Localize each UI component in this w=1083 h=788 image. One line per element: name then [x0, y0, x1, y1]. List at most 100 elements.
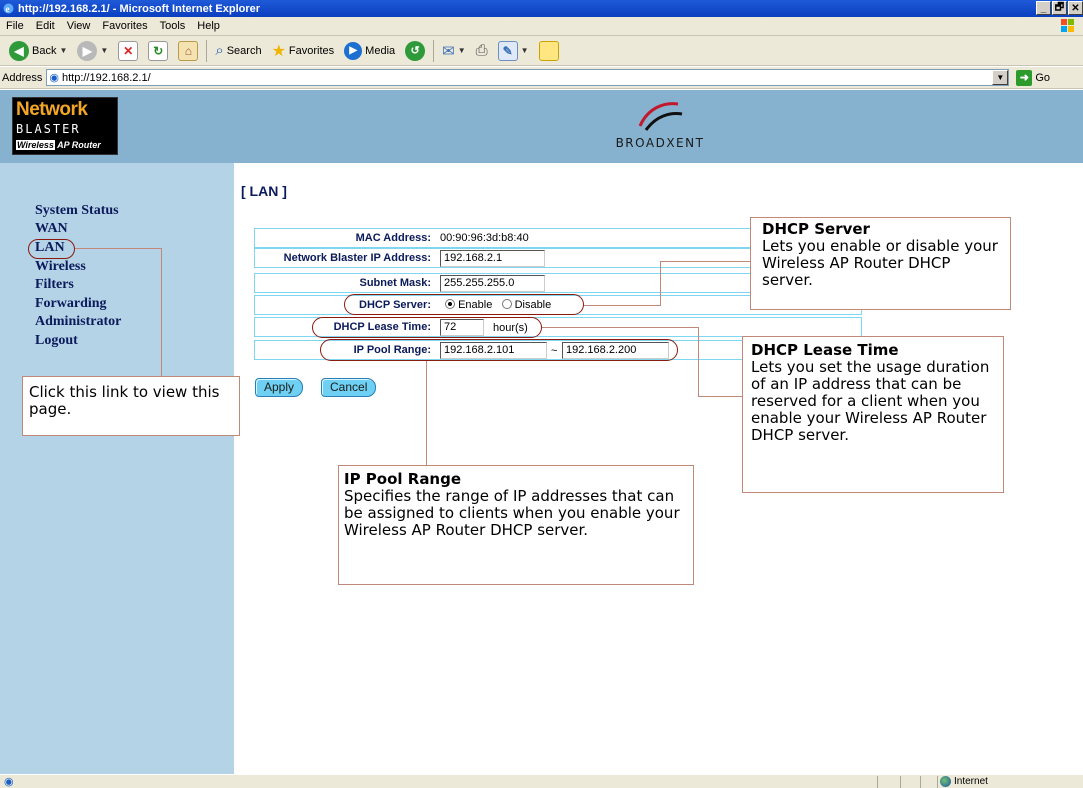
history-button[interactable]: ↺: [400, 38, 430, 64]
go-button[interactable]: ➜ Go: [1016, 69, 1050, 86]
status-segment: [877, 776, 878, 788]
discuss-button[interactable]: [534, 38, 564, 64]
lan-link-callout-body: Click this link to view this page.: [29, 383, 220, 418]
address-url: http://192.168.2.1/: [61, 71, 151, 84]
nav-wireless[interactable]: Wireless: [35, 259, 86, 275]
close-button[interactable]: ✕: [1068, 1, 1083, 15]
chevron-down-icon: ▼: [520, 46, 529, 55]
menu-favorites[interactable]: Favorites: [96, 20, 153, 32]
mail-button[interactable]: ✉ ▼: [437, 38, 471, 64]
pool-range-callout-body: Specifies the range of IP addresses that…: [344, 487, 680, 539]
stop-icon: ✕: [118, 40, 139, 61]
lease-leader-line: [698, 327, 699, 397]
address-dropdown-button[interactable]: ▼: [992, 70, 1009, 85]
back-label: Back: [32, 44, 57, 57]
forward-arrow-icon: ▶: [77, 40, 98, 61]
edit-page-icon: ✎: [497, 40, 518, 61]
nav-system-status[interactable]: System Status: [35, 203, 119, 219]
address-bar: Address ◉ http://192.168.2.1/ ▼ ➜ Go: [0, 67, 1083, 89]
toolbar-separator: [206, 39, 208, 62]
lease-time-callout: DHCP Lease Time Lets you set the usage d…: [742, 336, 1004, 493]
edit-button[interactable]: ✎ ▼: [493, 38, 534, 64]
dhcp-server-leader-line: [660, 261, 750, 262]
back-arrow-icon: ◀: [9, 40, 29, 61]
home-icon: ⌂: [178, 40, 199, 61]
minimize-button[interactable]: _: [1036, 1, 1051, 15]
status-bar: ◉ Internet: [0, 774, 1083, 788]
favorites-label: Favorites: [288, 44, 335, 57]
forward-button[interactable]: ▶ ▼: [72, 38, 113, 64]
security-zone: Internet: [940, 776, 988, 787]
refresh-icon: ↻: [148, 40, 169, 61]
restore-button[interactable]: 🗗: [1052, 1, 1067, 15]
nav-forwarding[interactable]: Forwarding: [35, 296, 107, 312]
back-button[interactable]: ◀ Back ▼: [4, 38, 72, 64]
pool-range-callout: IP Pool Range Specifies the range of IP …: [338, 465, 694, 585]
broadxent-logo: BROADXENT: [590, 90, 730, 163]
page-status-icon: ◉: [4, 776, 14, 788]
logo-network-text: Network: [16, 99, 88, 120]
status-segment: [900, 776, 901, 788]
menu-help[interactable]: Help: [191, 20, 226, 32]
dhcp-server-leader-line: [660, 261, 661, 306]
menu-edit[interactable]: Edit: [30, 20, 61, 32]
star-icon: ★: [271, 42, 286, 60]
search-label: Search: [226, 44, 262, 57]
search-button[interactable]: ⌕ Search: [210, 38, 266, 64]
nav-logout[interactable]: Logout: [35, 333, 78, 349]
home-button[interactable]: ⌂: [173, 38, 203, 64]
nav-administrator[interactable]: Administrator: [35, 314, 121, 330]
chevron-down-icon: ▼: [457, 46, 466, 55]
ie-logo-icon: e: [2, 2, 15, 15]
go-arrow-icon: ➜: [1016, 69, 1033, 86]
stop-button[interactable]: ✕: [113, 38, 143, 64]
toolbar-separator: [433, 39, 435, 62]
lease-leader-line: [698, 396, 742, 397]
printer-icon: ⎙: [475, 42, 488, 59]
dhcp-server-highlight-oval: [344, 294, 584, 315]
apply-button[interactable]: Apply: [255, 378, 304, 397]
lan-link-callout: Click this link to view this page.: [22, 376, 240, 436]
page-icon: ◉: [49, 72, 59, 84]
browser-toolbar: ◀ Back ▼ ▶ ▼ ✕ ↻ ⌂ ⌕ Search ★ Favorites …: [0, 36, 1083, 66]
lease-time-callout-title: DHCP Lease Time: [751, 341, 899, 359]
media-label: Media: [365, 44, 396, 57]
media-button[interactable]: ▶ Media: [339, 38, 400, 64]
menu-bar: File Edit View Favorites Tools Help: [0, 17, 1083, 36]
mask-label: Subnet Mask:: [359, 277, 431, 289]
lan-leader-line: [75, 248, 162, 249]
menu-file[interactable]: File: [0, 20, 30, 32]
subnet-mask-input[interactable]: 255.255.255.0: [440, 275, 545, 292]
search-icon: ⌕: [215, 42, 224, 59]
lease-leader-line: [542, 327, 699, 328]
dhcp-server-callout: DHCP Server Lets you enable or disable y…: [750, 217, 1011, 310]
menu-view[interactable]: View: [61, 20, 97, 32]
pool-range-highlight-oval: [320, 339, 678, 361]
lan-highlight-oval: [28, 239, 75, 259]
menu-tools[interactable]: Tools: [154, 20, 192, 32]
ip-address-input[interactable]: 192.168.2.1: [440, 250, 545, 267]
logo-subtitle: Wireless AP Router: [16, 140, 101, 150]
note-icon: [538, 40, 559, 61]
status-segment: [937, 776, 938, 788]
network-blaster-logo: Network BLASTER Wireless AP Router: [12, 97, 118, 155]
logo-wireless-text: Wireless: [16, 140, 55, 150]
refresh-button[interactable]: ↻: [143, 38, 173, 64]
nav-filters[interactable]: Filters: [35, 277, 74, 293]
mac-label: MAC Address:: [355, 232, 431, 244]
favorites-button[interactable]: ★ Favorites: [267, 38, 340, 64]
lease-time-highlight-oval: [312, 317, 542, 338]
address-input[interactable]: ◉ http://192.168.2.1/: [46, 69, 1010, 86]
lease-time-callout-body: Lets you set the usage duration of an IP…: [751, 358, 990, 444]
chevron-down-icon: ▼: [59, 46, 68, 55]
cancel-button[interactable]: Cancel: [321, 378, 377, 397]
print-button[interactable]: ⎙: [471, 38, 493, 64]
nav-wan[interactable]: WAN: [35, 221, 68, 237]
globe-icon: [940, 776, 951, 787]
pool-range-callout-title: IP Pool Range: [344, 470, 462, 488]
logo-ap-text: AP Router: [57, 140, 101, 150]
broadxent-swoosh-icon: [638, 102, 683, 131]
chevron-down-icon: ▼: [100, 46, 109, 55]
windows-flag-icon: [1057, 18, 1079, 34]
router-header: Network BLASTER Wireless AP Router BROAD…: [0, 90, 1083, 163]
